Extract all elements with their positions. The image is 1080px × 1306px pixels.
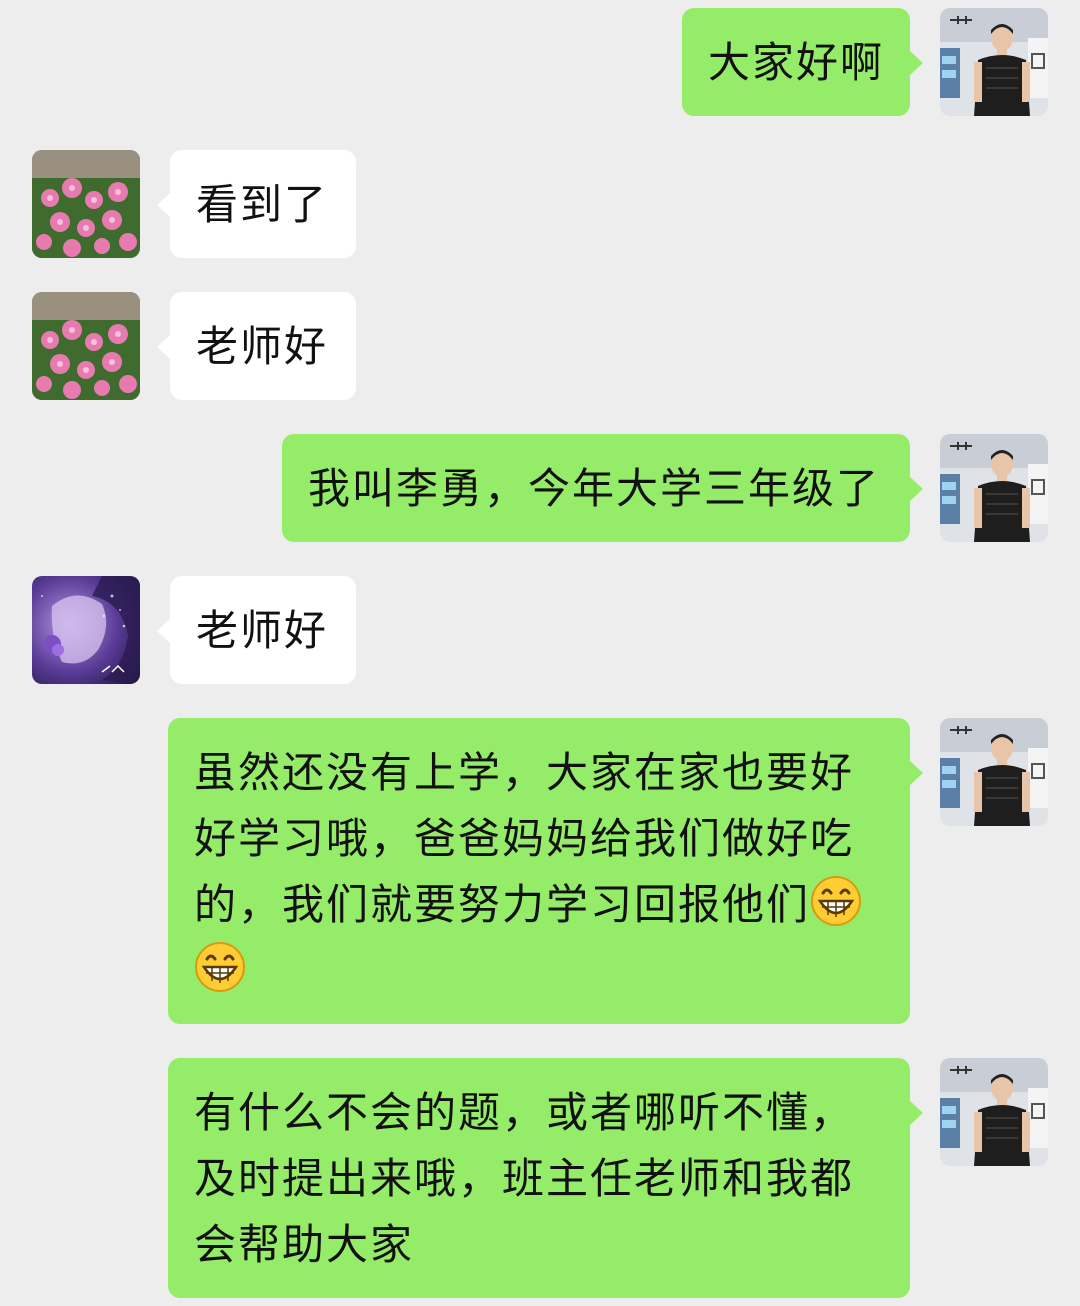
chat-message-list[interactable]: 大家好啊 看到了 老师好 我叫李勇，今年大学三年级了 老师好 虽然还没有上学，大…	[0, 0, 1080, 1306]
purple-portrait-avatar[interactable]	[32, 576, 140, 684]
man-portrait-avatar[interactable]	[940, 8, 1048, 116]
grin-emoji-icon	[810, 875, 862, 927]
sent-message-bubble[interactable]: 虽然还没有上学，大家在家也要好好学习哦，爸爸妈妈给我们做好吃的，我们就要努力学习…	[168, 718, 923, 1024]
pink-flowers-avatar[interactable]	[32, 292, 140, 400]
message-text: 我叫李勇，今年大学三年级了	[308, 464, 881, 513]
message-text: 老师好	[196, 606, 329, 655]
sent-message-bubble[interactable]: 大家好啊	[682, 8, 923, 116]
pink-flowers-avatar[interactable]	[32, 150, 140, 258]
message-text: 虽然还没有上学，大家在家也要好好学习哦，爸爸妈妈给我们做好吃的，我们就要努力学习…	[194, 748, 855, 929]
message-text: 有什么不会的题，或者哪听不懂，及时提出来哦，班主任老师和我都会帮助大家	[194, 1088, 855, 1269]
grin-emoji-icon	[194, 941, 246, 993]
sent-message-bubble[interactable]: 我叫李勇，今年大学三年级了	[282, 434, 923, 542]
received-message-bubble[interactable]: 看到了	[157, 150, 356, 258]
message-text: 大家好啊	[708, 38, 885, 87]
received-message-bubble[interactable]: 老师好	[157, 292, 356, 400]
sent-message-bubble[interactable]: 有什么不会的题，或者哪听不懂，及时提出来哦，班主任老师和我都会帮助大家	[168, 1058, 923, 1298]
man-portrait-avatar[interactable]	[940, 1058, 1048, 1166]
man-portrait-avatar[interactable]	[940, 434, 1048, 542]
message-text: 老师好	[196, 322, 329, 371]
received-message-bubble[interactable]: 老师好	[157, 576, 356, 684]
message-text: 看到了	[196, 180, 329, 229]
man-portrait-avatar[interactable]	[940, 718, 1048, 826]
